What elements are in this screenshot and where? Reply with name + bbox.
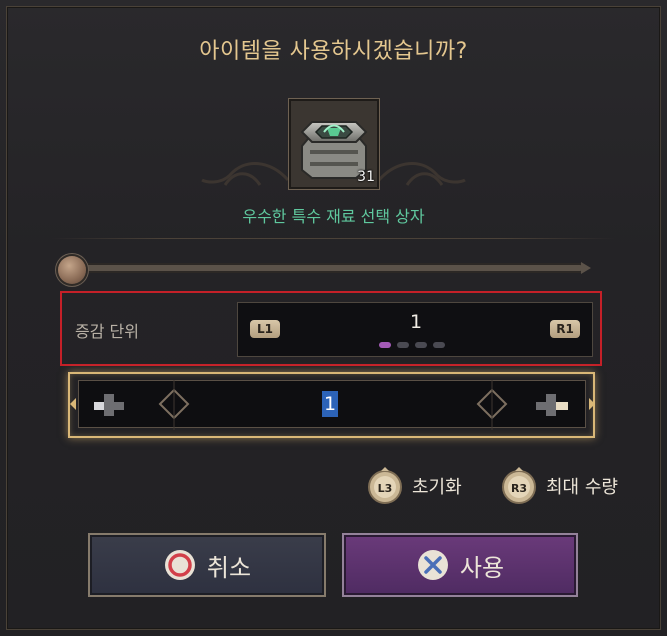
max-quantity-label: 최대 수량 <box>546 477 618 498</box>
r3-text: R3 <box>511 482 527 495</box>
step-dot <box>433 342 445 348</box>
item-name: 우수한 특수 재료 선택 상자 <box>242 207 425 226</box>
max-quantity-action[interactable]: R3 최대 수량 <box>500 467 618 505</box>
use-item-dialog: 아이템을 사용하시겠습니까? 31 우수한 특수 재료 선택 상자 증감 단위 … <box>0 0 667 636</box>
dialog-title: 아이템을 사용하시겠습니까? <box>199 39 468 64</box>
quantity-slider-knob[interactable] <box>58 256 86 284</box>
step-dot-active <box>379 342 391 348</box>
cancel-label: 취소 <box>206 553 252 582</box>
l3-text: L3 <box>378 482 393 495</box>
increment-value: 1 <box>409 311 423 333</box>
increment-selector[interactable]: L1 1 R1 <box>237 302 593 357</box>
divider <box>52 238 615 239</box>
step-dot <box>415 342 427 348</box>
quantity-value[interactable]: 1 <box>322 391 339 417</box>
use-label: 사용 <box>459 553 505 582</box>
cross-button-icon <box>417 550 448 580</box>
increment-step-indicator <box>379 342 445 348</box>
r1-button-icon[interactable]: R1 <box>550 320 580 338</box>
increment-label: 증감 단위 <box>75 322 139 341</box>
quantity-slider-track[interactable] <box>70 262 591 274</box>
r3-button-icon: R3 <box>502 467 536 504</box>
reset-action[interactable]: L3 초기화 <box>366 467 462 505</box>
reset-label: 초기화 <box>412 477 462 498</box>
step-dot <box>397 342 409 348</box>
use-button[interactable]: 사용 <box>342 533 578 597</box>
item-slot: 31 <box>288 98 380 190</box>
cancel-button[interactable]: 취소 <box>88 533 326 597</box>
dpad-left-icon[interactable] <box>92 392 126 418</box>
circle-button-icon <box>164 550 195 580</box>
dpad-right-icon[interactable] <box>534 392 570 418</box>
l3-button-icon: L3 <box>368 467 402 504</box>
item-count: 31 <box>357 169 375 185</box>
